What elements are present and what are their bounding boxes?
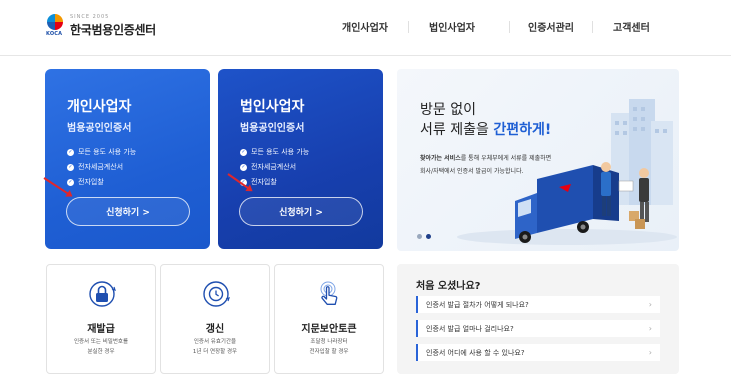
faq-question: 인증서 어디에 사용 할 수 있나요? [426,348,525,357]
nav-divider [509,20,510,33]
nav-corporate-business[interactable]: 법인사업자 [429,19,475,34]
faq-item[interactable]: 인증서 어디에 사용 할 수 있나요? › [416,344,660,361]
banner-pagination [417,234,435,239]
individual-business-card: 개인사업자 범용공인인증서 ✓ 모든 용도 사용 가능 ✓ 전자세금계산서 ✓ 전자입… [43,69,210,249]
pagination-dot[interactable] [417,234,422,239]
check-icon: ✓ [67,179,74,186]
faq-question: 인증서 발급 절차가 어떻게 되나요? [426,300,529,309]
delivery-illustration-icon [457,99,677,245]
corporate-business-card: 법인사업자 범용공인인증서 ✓ 모든 용도 사용 가능 ✓ 전자세금계산서 ✓ 전자입… [218,69,383,249]
feature-item: ✓ 전자세금계산서 [67,160,136,175]
feature-text: 전자세금계산서 [78,163,124,171]
feature-item: ✓ 전자입찰 [67,175,136,190]
card-subtitle: 범용공인인증서 [67,123,132,134]
logo-mark-icon: KOCA [46,13,66,39]
site-header: KOCA SINCE 2005 한국범용인증센터 개인사업자 법인사업자 인증서… [0,0,731,56]
logo-name: 한국범용인증센터 [70,23,156,37]
service-description: 인증서 또는 비밀번호를 분실한 경우 [47,337,155,357]
chevron-right-icon: › [648,348,652,357]
feature-list: ✓ 모든 용도 사용 가능 ✓ 전자세금계산서 ✓ 전자입찰 [240,145,309,190]
faq-item[interactable]: 인증서 발급 절차가 어떻게 되나요? › [416,296,660,313]
check-icon: ✓ [240,149,247,156]
check-icon: ✓ [240,164,247,171]
service-description: 조달청 나라장터 전자입찰 할 경우 [275,337,383,357]
faq-item[interactable]: 인증서 발급 얼마나 걸리나요? › [416,320,660,337]
service-desc-line: 1년 더 연장할 경우 [192,349,238,355]
lock-refresh-icon [89,281,116,307]
apply-button-individual[interactable]: 신청하기 > [66,197,190,226]
service-desc-line: 인증서 유효기간을 [193,339,237,345]
faq-title: 처음 오셨나요? [416,281,481,292]
service-name: 갱신 [205,324,225,335]
card-title: 개인사업자 [67,99,132,115]
clock-refresh-icon [203,281,230,307]
logo-since: SINCE 2005 [70,14,110,20]
service-desc-line: 전자입찰 할 경우 [309,349,349,355]
card-subtitle: 범용공인인증서 [240,123,305,134]
site-logo[interactable]: KOCA SINCE 2005 한국범용인증센터 [46,13,156,39]
fingerprint-token-service-box[interactable]: 지문보안토큰 조달청 나라장터 전자입찰 할 경우 [274,264,384,374]
check-icon: ✓ [67,164,74,171]
check-icon: ✓ [67,149,74,156]
service-desc-line: 조달청 나라장터 [310,339,348,345]
feature-text: 모든 용도 사용 가능 [251,148,310,156]
chevron-right-icon: › [648,324,652,333]
pagination-dot-active[interactable] [426,234,431,239]
fingerprint-touch-icon [320,281,338,305]
nav-certificate-management[interactable]: 인증서관리 [528,19,574,34]
feature-text: 전자세금계산서 [251,163,297,171]
feature-item: ✓ 전자세금계산서 [240,160,309,175]
feature-item: ✓ 모든 용도 사용 가능 [240,145,309,160]
service-name: 지문보안토큰 [301,324,357,335]
chevron-right-icon: › [648,300,652,309]
service-desc-line: 인증서 또는 비밀번호를 [73,339,129,345]
faq-panel: 처음 오셨나요? 인증서 발급 절차가 어떻게 되나요? › 인증서 발급 얼마… [397,264,679,374]
apply-button-corporate[interactable]: 신청하기 > [239,197,363,226]
nav-individual-business[interactable]: 개인사업자 [342,19,388,34]
service-desc-line: 분실한 경우 [87,349,115,355]
feature-text: 모든 용도 사용 가능 [78,148,137,156]
renewal-service-box[interactable]: 갱신 인증서 유효기간을 1년 더 연장할 경우 [160,264,270,374]
feature-text: 전자입찰 [78,178,104,186]
card-title: 법인사업자 [240,99,305,115]
main-nav: 개인사업자 법인사업자 인증서관리 고객센터 [342,19,650,34]
logo-abbr: KOCA [46,31,63,37]
faq-question: 인증서 발급 얼마나 걸리나요? [426,324,514,333]
feature-list: ✓ 모든 용도 사용 가능 ✓ 전자세금계산서 ✓ 전자입찰 [67,145,136,190]
service-name: 재발급 [87,324,115,335]
visit-free-service-banner[interactable]: 방문 없이 서류 제출을 간편하게! 찾아가는 서비스를 통해 우체부에게 서류… [397,69,679,251]
nav-customer-center[interactable]: 고객센터 [613,19,650,34]
reissue-service-box[interactable]: 재발급 인증서 또는 비밀번호를 분실한 경우 [46,264,156,374]
nav-divider [592,20,593,33]
nav-divider [408,20,409,33]
service-description: 인증서 유효기간을 1년 더 연장할 경우 [161,337,269,357]
feature-item: ✓ 모든 용도 사용 가능 [67,145,136,160]
